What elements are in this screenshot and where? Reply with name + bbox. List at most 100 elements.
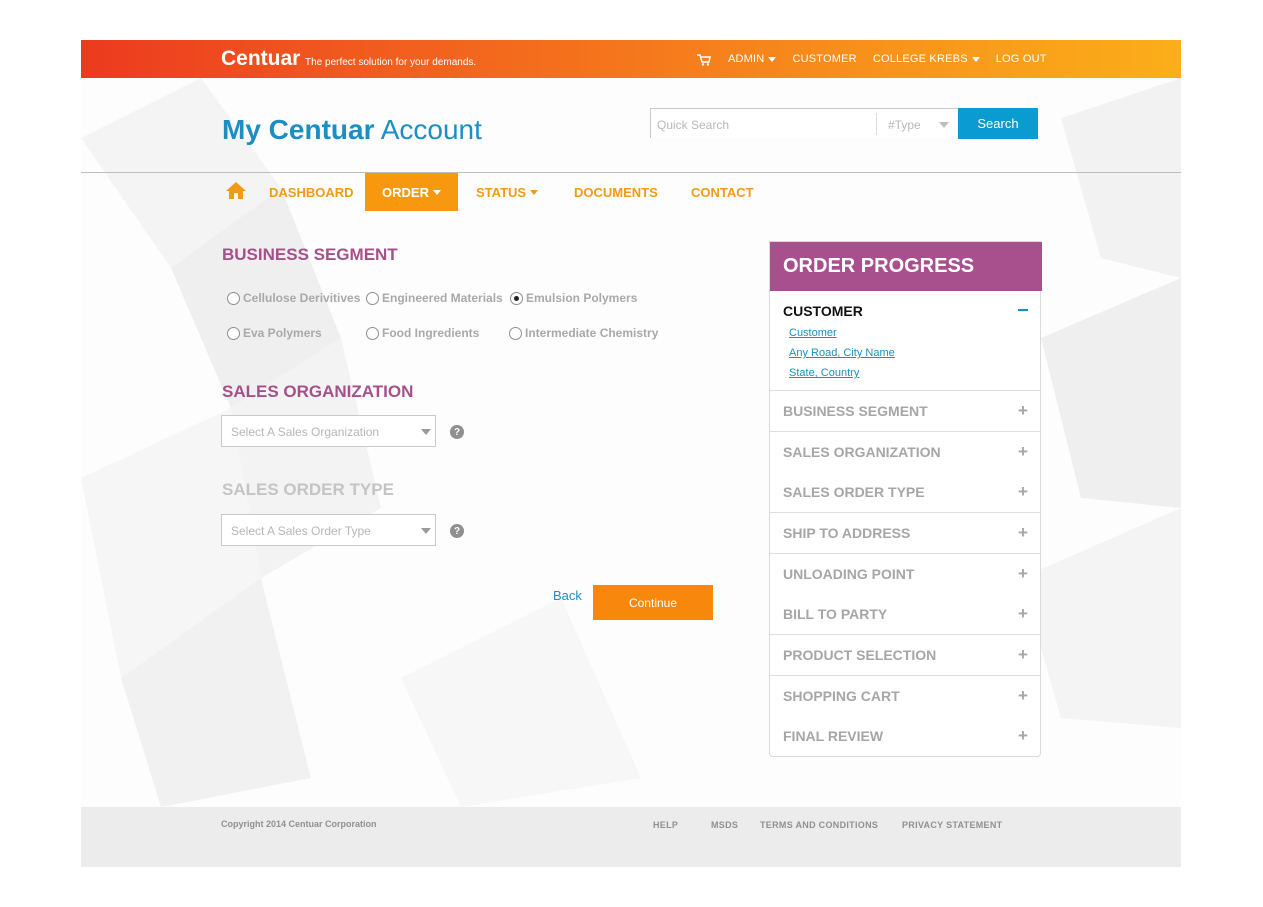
progress-step-final-review[interactable]: FINAL REVIEW + [770,716,1040,757]
progress-step-unloading-point[interactable]: UNLOADING POINT + [770,553,1040,594]
step-label: BUSINESS SEGMENT [783,403,928,419]
footer-link-help[interactable]: HELP [653,820,678,830]
nav-documents[interactable]: DOCUMENTS [574,173,658,211]
radio-eva-polymers[interactable]: Eva Polymers [227,326,322,340]
radio-cellulose-derivitives[interactable]: Cellulose Derivitives [227,291,360,305]
copyright: Copyright 2014 Centuar Corporation [221,819,377,829]
customer-region-link[interactable]: State, Country [789,367,859,379]
collapse-icon[interactable] [1018,309,1028,311]
footer: Copyright 2014 Centuar Corporation HELP … [81,807,1181,867]
expand-icon[interactable]: + [1018,605,1028,622]
sales-order-type-title: SALES ORDER TYPE [222,480,394,499]
radio-button[interactable] [366,291,379,305]
nav-status[interactable]: STATUS [476,173,539,211]
step-label: SALES ORGANIZATION [783,444,941,460]
step-label: FINAL REVIEW [783,728,884,744]
progress-step-sales-organization[interactable]: SALES ORGANIZATION + [770,431,1040,472]
help-icon[interactable]: ? [450,524,464,538]
radio-button[interactable] [227,326,240,340]
page-title-bold: My Centuar [222,114,375,145]
chevron-down-icon[interactable] [939,122,949,128]
radio-emulsion-polymers[interactable]: Emulsion Polymers [510,291,637,305]
top-nav: ADMIN CUSTOMER COLLEGE KREBS LOG OUT [697,53,1063,66]
step-label: BILL TO PARTY [783,606,888,622]
nav-user-label: COLLEGE KREBS [872,53,968,65]
progress-step-ship-to-address[interactable]: SHIP TO ADDRESS + [770,512,1040,553]
chevron-down-icon [421,429,431,435]
step-label: UNLOADING POINT [783,566,915,582]
chevron-down-icon [768,56,777,62]
step-label: SHIP TO ADDRESS [783,525,911,541]
nav-user-menu[interactable]: COLLEGE KREBS [873,53,980,65]
radio-food-ingredients[interactable]: Food Ingredients [366,326,479,340]
radio-button[interactable] [227,291,240,305]
sales-org-select[interactable]: Select A Sales Organization [221,415,436,447]
continue-button[interactable]: Continue [593,585,713,620]
progress-step-shopping-cart[interactable]: SHOPPING CART + [770,675,1040,716]
nav-customer[interactable]: CUSTOMER [792,53,856,65]
sales-order-type-placeholder: Select A Sales Order Type [231,524,371,538]
nav-admin-label: ADMIN [728,53,765,65]
step-label: PRODUCT SELECTION [783,647,937,663]
radio-button[interactable] [509,326,522,340]
customer-address-link[interactable]: Any Road, City Name [789,347,895,359]
back-link[interactable]: Back [553,588,582,603]
progress-step-sales-order-type[interactable]: SALES ORDER TYPE + [770,472,1040,513]
brand-tagline: The perfect solution for your demands. [305,57,477,68]
radio-intermediate-chemistry[interactable]: Intermediate Chemistry [509,326,658,340]
page-title: My Centuar Account [222,114,482,146]
step-label: SHOPPING CART [783,688,900,704]
help-icon[interactable]: ? [450,425,464,439]
radio-button[interactable] [366,326,379,340]
radio-label: Eva Polymers [243,326,322,340]
page-title-light: Account [380,114,482,145]
sales-org-title: SALES ORGANIZATION [222,382,414,401]
order-progress-panel: ORDER PROGRESS CUSTOMER Customer Any Roa… [769,241,1042,757]
footer-link-msds[interactable]: MSDS [711,820,738,830]
nav-dashboard[interactable]: DASHBOARD [269,173,354,211]
expand-icon[interactable]: + [1018,687,1028,704]
type-select[interactable]: #Type [888,118,921,132]
expand-icon[interactable]: + [1018,524,1028,541]
top-bar: Centuar The perfect solution for your de… [81,40,1181,78]
progress-step-business-segment[interactable]: BUSINESS SEGMENT + [770,390,1040,431]
page-frame: Centuar The perfect solution for your de… [81,40,1181,867]
search-divider [876,113,877,135]
chevron-down-icon [530,189,539,195]
expand-icon[interactable]: + [1018,565,1028,582]
nav-admin[interactable]: ADMIN [728,53,777,65]
customer-link[interactable]: Customer [789,327,837,339]
cart-icon[interactable] [697,53,711,66]
nav-order-label: ORDER [382,184,429,200]
radio-button-checked[interactable] [510,291,523,305]
expand-icon[interactable]: + [1018,727,1028,744]
brand-logo[interactable]: Centuar [221,47,300,71]
search-button[interactable]: Search [958,108,1038,139]
expand-icon[interactable]: + [1018,443,1028,460]
radio-label: Food Ingredients [382,326,480,340]
business-segment-title: BUSINESS SEGMENT [222,245,398,264]
sales-order-type-select[interactable]: Select A Sales Order Type [221,514,436,546]
nav-logout[interactable]: LOG OUT [996,53,1047,65]
radio-engineered-materials[interactable]: Engineered Materials [366,291,503,305]
chevron-down-icon [421,528,431,534]
progress-step-product-selection[interactable]: PRODUCT SELECTION + [770,634,1040,675]
radio-label: Cellulose Derivitives [243,291,361,305]
nav-contact[interactable]: CONTACT [691,173,754,211]
radio-label: Emulsion Polymers [526,291,638,305]
nav-order[interactable]: ORDER [365,173,458,211]
home-icon[interactable] [225,181,247,205]
order-progress-title: ORDER PROGRESS [770,242,1042,291]
progress-step-bill-to-party[interactable]: BILL TO PARTY + [770,594,1040,635]
progress-customer-label[interactable]: CUSTOMER [783,303,863,319]
footer-link-privacy[interactable]: PRIVACY STATEMENT [902,820,1002,830]
radio-label: Intermediate Chemistry [525,326,659,340]
step-label: SALES ORDER TYPE [783,484,925,500]
chevron-down-icon [971,56,980,62]
search-input[interactable]: Quick Search [657,118,729,132]
footer-link-terms[interactable]: TERMS AND CONDITIONS [760,820,878,830]
expand-icon[interactable]: + [1018,483,1028,500]
radio-label: Engineered Materials [382,291,503,305]
expand-icon[interactable]: + [1018,402,1028,419]
expand-icon[interactable]: + [1018,646,1028,663]
